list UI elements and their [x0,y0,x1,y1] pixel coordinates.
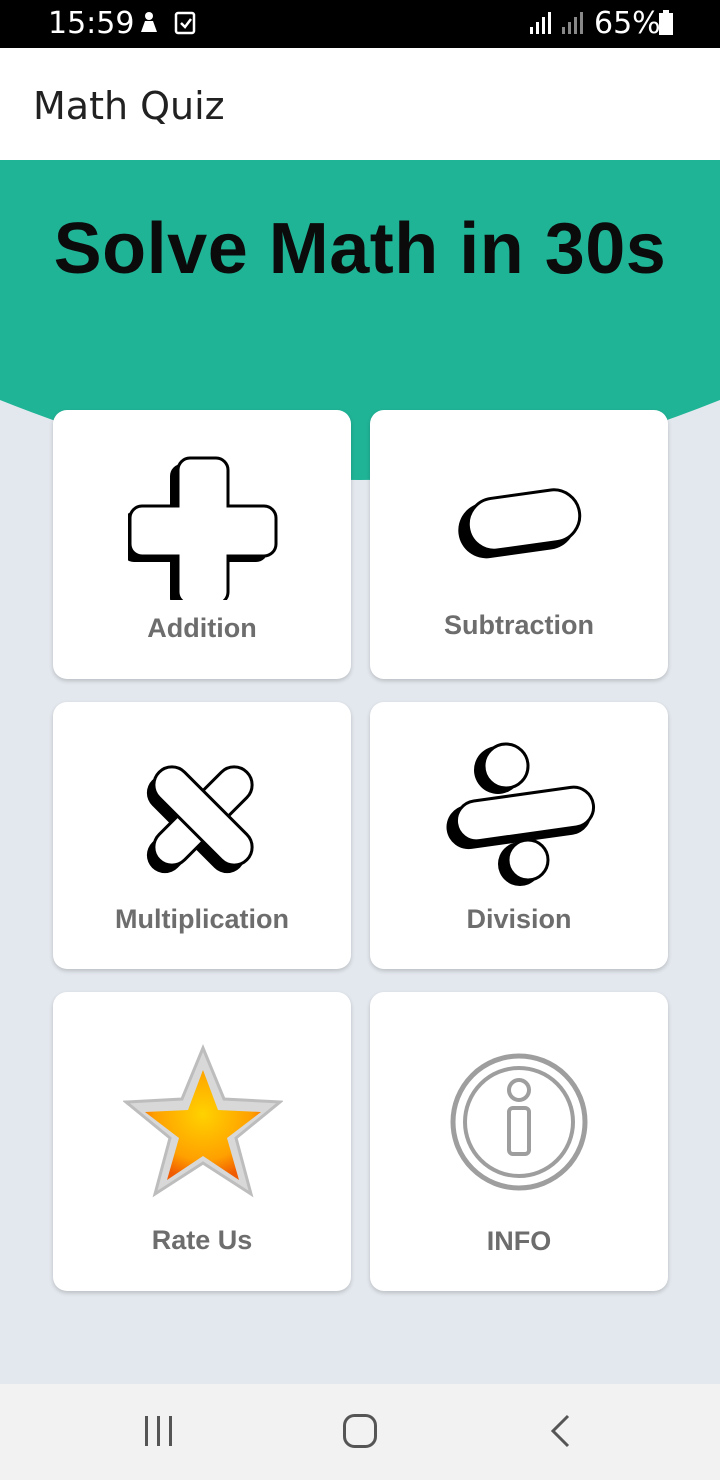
multiplication-label: Multiplication [115,904,289,934]
signal-2-icon [562,12,583,34]
recents-icon[interactable] [142,1414,176,1448]
info-label: INFO [486,1226,552,1256]
division-label: Division [466,904,572,934]
multiply-icon [146,765,254,874]
divide-icon [446,742,596,886]
signal-icon [530,12,551,34]
app-bar: Math Quiz [0,48,720,160]
battery-icon [659,10,673,35]
app-title: Math Quiz [33,84,225,128]
battery-percent: 65% [594,6,661,41]
status-bar: 15:59 65% [0,0,720,48]
rate-us-label: Rate Us [151,1225,253,1255]
star-icon [123,1044,283,1198]
plus-icon [128,456,278,600]
info-card[interactable]: INFO [370,992,668,1291]
notification-clipboard-icon [174,11,196,35]
info-icon [450,1053,588,1191]
hero-headline: Solve Math in 30s [53,209,667,289]
minus-icon [458,488,582,559]
subtraction-label: Subtraction [443,610,594,640]
notification-person-icon [141,12,157,32]
addition-label: Addition [147,613,257,643]
rate-us-card[interactable]: Rate Us [53,992,351,1291]
navigation-bar [0,1384,720,1480]
addition-card[interactable]: Addition [53,410,351,679]
back-icon[interactable] [548,1414,572,1448]
subtraction-card[interactable]: Subtraction [370,410,668,679]
home-icon[interactable] [342,1413,378,1449]
division-card[interactable]: Division [370,702,668,969]
status-time: 15:59 [48,6,135,41]
multiplication-card[interactable]: Multiplication [53,702,351,969]
